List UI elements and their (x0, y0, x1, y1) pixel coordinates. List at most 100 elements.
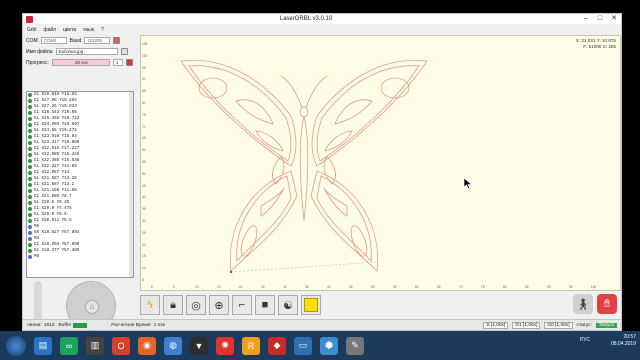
mouse-cursor-icon (464, 178, 472, 189)
s-override[interactable]: S [1,00x] (483, 321, 509, 329)
minimize-button[interactable]: – (579, 14, 593, 24)
taskbar-explorer-icon[interactable]: ▤ (34, 336, 52, 355)
line-status-icon (28, 225, 32, 229)
open-file-button[interactable] (120, 48, 128, 55)
gcode-text: G1 X20.6 Y8.35 (34, 201, 70, 205)
butterfly-drawing (180, 59, 428, 274)
gcode-text: G1 X23.317 Y18.009 (34, 141, 80, 145)
language-indicator[interactable]: РУС (580, 337, 590, 344)
clock-time[interactable]: 20:57 (611, 334, 636, 341)
menu-file[interactable]: файл (43, 27, 56, 33)
line-status-icon (28, 129, 32, 133)
home-icon[interactable]: ⌂ (85, 300, 99, 314)
gcode-list[interactable]: G1 X28.045 Y16.93 G1 X27.95 Y19.294 G1 X27… (26, 91, 134, 278)
gcode-text: M5 (34, 255, 40, 259)
filename-label: Имя файла (26, 48, 53, 55)
set-origin-icon[interactable]: ⊕ (209, 295, 229, 315)
line-status-icon (28, 141, 32, 145)
taskbar-arduino-icon[interactable]: ∞ (60, 336, 78, 355)
stop-hand-icon[interactable]: ✋︎ (597, 294, 617, 314)
close-button[interactable]: ✕ (607, 14, 621, 24)
gcode-line: M5 (27, 254, 133, 260)
lightning-icon[interactable]: ϟ (140, 295, 160, 315)
connect-button[interactable] (113, 37, 121, 44)
buffer-indicator: Buffer (59, 322, 88, 328)
line-status-icon (28, 111, 32, 115)
gcode-text: G1 X27.95 Y19.294 (34, 99, 77, 103)
progress-bar: 40 sec (51, 59, 110, 66)
gcode-text: G1 X21.085 Y8.7 (34, 195, 72, 199)
estimated-time: Расчетное Время: 1 min (111, 323, 165, 328)
taskbar-tool-icon[interactable]: ✎ (346, 336, 364, 355)
status-bar: линии: 1812 Buffer Расчетное Время: 1 mi… (23, 319, 621, 330)
line-status-icon (28, 219, 32, 223)
gcode-text: G1 X25.456 Y19.722 (34, 117, 80, 121)
progress-row: Прогресс: 40 sec 1 (26, 59, 133, 66)
gcode-text: G1 X24.55 Y19.272 (34, 129, 77, 133)
menu-grbl[interactable]: Grbl (27, 27, 36, 33)
yellow-square-icon[interactable] (301, 295, 321, 315)
maximize-button[interactable]: □ (593, 14, 607, 24)
taskbar-batman-icon[interactable]: ▼ (190, 336, 208, 355)
line-status-icon (28, 147, 32, 151)
line-status-icon (28, 165, 32, 169)
g1-override[interactable]: G1 [1,00x] (512, 321, 541, 329)
gcode-text: G1 X22.365 Y15.538 (34, 159, 80, 163)
taskbar-app-icon[interactable]: ▥ (86, 336, 104, 355)
yin-yang-icon[interactable]: ☯ (278, 295, 298, 315)
menu-colors[interactable]: цвета (63, 27, 76, 33)
taskbar-monitor-icon[interactable]: ▭ (294, 336, 312, 355)
com-select[interactable]: COM4 (40, 37, 67, 44)
gcode-text: G0 X18.827 Y57.894 (34, 231, 80, 235)
taskbar-firefox-icon[interactable]: ◉ (138, 336, 156, 355)
lines-count: линии: 1812 (27, 323, 55, 328)
walking-man-icon[interactable]: 🚶︎ (573, 294, 593, 314)
line-status-icon (28, 171, 32, 175)
gcode-text: G1 X22.915 Y17.227 (34, 147, 80, 151)
line-status-icon (28, 99, 32, 103)
taskbar-chrome-icon[interactable]: ◍ (164, 336, 182, 355)
status-right: S [1,00x] G1 [1,00x] G0 [1,00x] статус: … (483, 321, 617, 329)
start-button[interactable] (6, 335, 26, 356)
frame-icon[interactable]: ⌐ (232, 295, 252, 315)
line-status-icon (28, 231, 32, 235)
run-button[interactable] (125, 59, 133, 66)
gcode-text: G1 X22.985 Y16.426 (34, 153, 80, 157)
gcode-text: M5 (34, 225, 40, 229)
taskbar-network-icon[interactable]: ⬢ (320, 336, 338, 355)
line-status-icon (28, 177, 32, 181)
g0-override[interactable]: G0 [1,00x] (544, 321, 573, 329)
copies-field[interactable]: 1 (112, 59, 123, 66)
baud-select[interactable]: 115200 (84, 37, 111, 44)
globe-icon[interactable]: ◎ (186, 295, 206, 315)
gcode-text: G1 X21.587 Y12.2 (34, 183, 75, 187)
line-status-icon (28, 201, 32, 205)
stop-square-icon[interactable]: ■ (255, 295, 275, 315)
line-status-icon (28, 93, 32, 97)
gcode-scrollbar[interactable] (129, 92, 133, 277)
gcode-text: G1 X20.9 Y6.6 (34, 213, 67, 217)
progress-label: Прогресс: (26, 59, 49, 66)
taskbar-opera-icon[interactable]: O (112, 336, 130, 355)
preview-canvas[interactable]: 105 100 95 90 85 80 75 70 65 60 55 50 45 40 35 30 25 20 15… (140, 35, 621, 291)
menu-help[interactable]: ? (101, 27, 104, 33)
taskbar-laser-icon[interactable]: ✺ (216, 336, 234, 355)
gcode-text: G1 X26.543 Y19.68 (34, 111, 77, 115)
menu-language[interactable]: язык (83, 27, 94, 33)
line-status-icon (28, 237, 32, 241)
lock-icon[interactable]: 🔒︎ (163, 295, 183, 315)
line-status-icon (28, 135, 32, 139)
line-status-icon (28, 255, 32, 259)
taskbar-red-icon[interactable]: ◆ (268, 336, 286, 355)
main-window: LaserGRBL v3.0.10 – □ ✕ Grbl файл цвета … (22, 13, 622, 331)
gcode-text: G1 X28.045 Y16.93 (34, 93, 77, 97)
gcode-text: M3 (34, 237, 40, 241)
clock-date[interactable]: 08.04.2019 (611, 341, 636, 348)
gcode-text: G1 X18.904 Y57.898 (34, 243, 80, 247)
file-row: Имя файла Бабочка.jpg (26, 48, 128, 55)
filename-field[interactable]: Бабочка.jpg (55, 48, 118, 55)
time-label: Расчетное Время: (111, 322, 152, 328)
taskbar-r-icon[interactable]: R (242, 336, 260, 355)
gcode-text: G1 X22.327 Y14.65 (34, 165, 77, 169)
time-value: 1 min (153, 322, 166, 328)
